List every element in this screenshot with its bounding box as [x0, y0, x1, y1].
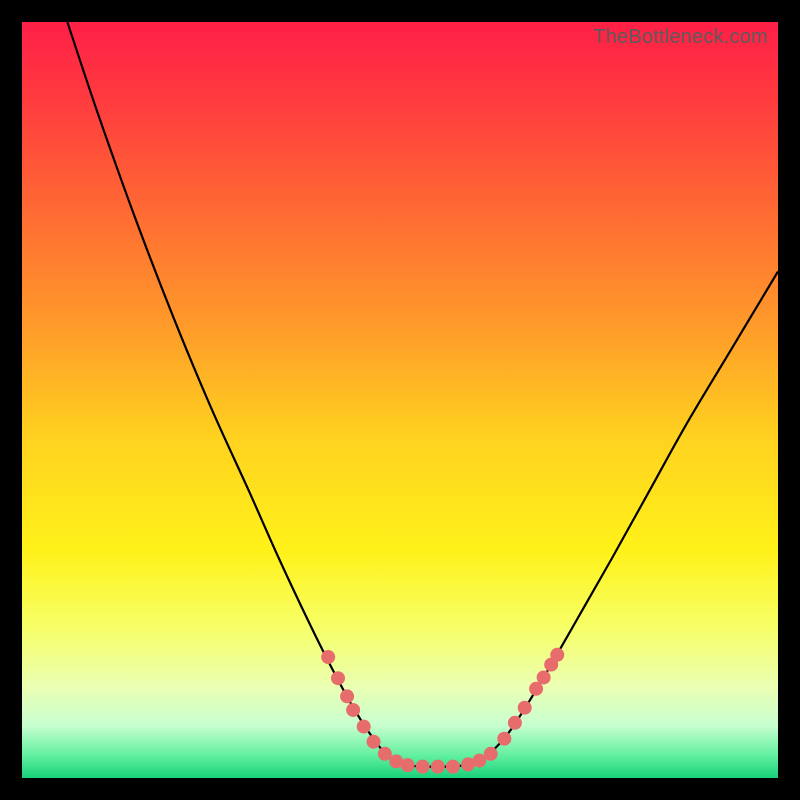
- highlight-dot: [346, 703, 360, 717]
- highlight-dot: [401, 758, 415, 772]
- chart-background: [22, 22, 778, 778]
- highlight-dot: [550, 648, 564, 662]
- highlight-dot: [508, 716, 522, 730]
- highlight-dot: [331, 671, 345, 685]
- highlight-dot: [537, 670, 551, 684]
- highlight-dot: [446, 760, 460, 774]
- highlight-dot: [431, 760, 445, 774]
- highlight-dot: [497, 732, 511, 746]
- highlight-dot: [340, 689, 354, 703]
- highlight-dot: [357, 720, 371, 734]
- highlight-dot: [321, 650, 335, 664]
- highlight-dot: [367, 735, 381, 749]
- highlight-dot: [518, 701, 532, 715]
- chart-frame: TheBottleneck.com: [22, 22, 778, 778]
- highlight-dot: [484, 747, 498, 761]
- bottleneck-chart: [22, 22, 778, 778]
- highlight-dot: [416, 760, 430, 774]
- watermark-text: TheBottleneck.com: [593, 26, 768, 49]
